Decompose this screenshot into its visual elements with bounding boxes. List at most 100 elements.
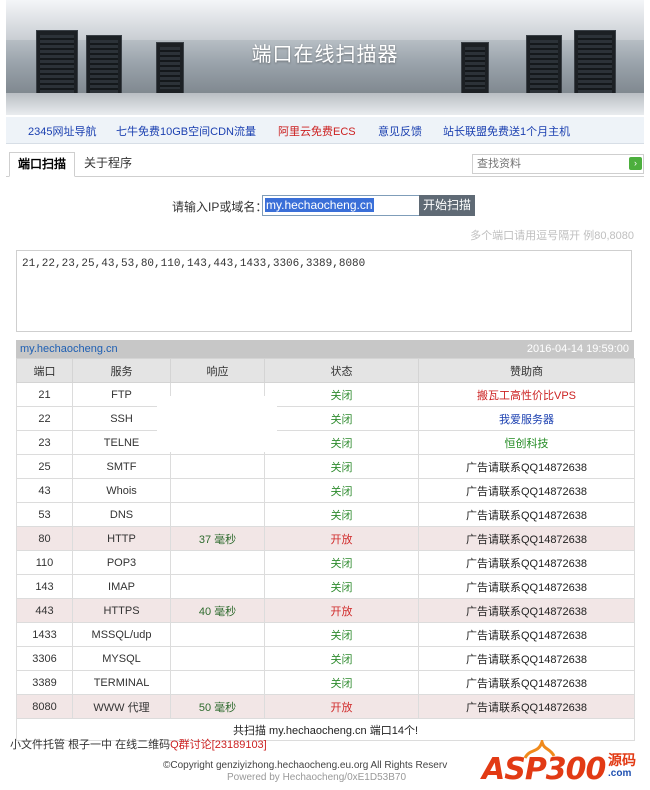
cell-response [170, 478, 265, 503]
cell-service: HTTPS [72, 598, 171, 623]
cell-status: 关闭 [264, 430, 419, 455]
footer-link-qrcode[interactable]: 在线二维码 [115, 739, 170, 751]
table-row: 3306 MYSQL 关闭 广告请联系QQ14872638 [16, 646, 635, 671]
banner-ceiling [6, 0, 644, 40]
table-row: 21 FTP 关闭 搬瓦工高性价比VPS [16, 382, 635, 407]
results-panel: my.hechaocheng.cn 2016-04-14 19:59:00 端口… [16, 340, 635, 741]
cell-port: 53 [16, 502, 73, 527]
cell-status: 关闭 [264, 382, 419, 407]
table-row: 25 SMTF 关闭 广告请联系QQ14872638 [16, 454, 635, 479]
ip-domain-value: my.hechaocheng.cn [265, 198, 374, 212]
footer-links: 小文件托管 根子一中 在线二维码Q群讨论[23189103] [10, 736, 267, 752]
page-title: 端口在线扫描器 [251, 44, 399, 66]
cell-sponsor[interactable]: 广告请联系QQ14872638 [418, 646, 635, 671]
header-banner: 端口在线扫描器 [6, 0, 644, 115]
cell-sponsor[interactable]: 广告请联系QQ14872638 [418, 550, 635, 575]
link-feedback[interactable]: 意见反馈 [378, 123, 422, 139]
cell-sponsor[interactable]: 广告请联系QQ14872638 [418, 526, 635, 551]
cell-port: 443 [16, 598, 73, 623]
cell-service: DNS [72, 502, 171, 527]
results-host[interactable]: my.hechaocheng.cn [20, 343, 118, 355]
cell-port: 21 [16, 382, 73, 407]
footer-link-qq-group[interactable]: Q群讨论[23189103] [170, 739, 267, 751]
table-row: 143 IMAP 关闭 广告请联系QQ14872638 [16, 574, 635, 599]
search-box: › [472, 154, 644, 174]
table-row: 3389 TERMINAL 关闭 广告请联系QQ14872638 [16, 670, 635, 695]
top-links-bar: 2345网址导航 七牛免费10GB空间CDN流量 阿里云免费ECS 意见反馈 站… [6, 117, 644, 144]
link-qiniu[interactable]: 七牛免费10GB空间CDN流量 [116, 123, 256, 139]
cell-service: Whois [72, 478, 171, 503]
results-table: 端口 服务 响应 状态 赞助商 21 FTP 关闭 搬瓦工高性价比VPS 22 SSH 关闭… [16, 358, 635, 741]
cell-status: 关闭 [264, 550, 419, 575]
cell-sponsor[interactable]: 搬瓦工高性价比VPS [418, 382, 635, 407]
asp300-logo: ASP300 源码 .com [476, 740, 644, 788]
copyright-text: ©Copyright genziyizhong.hechaocheng.eu.o… [163, 760, 448, 771]
link-aliyun[interactable]: 阿里云免费ECS [278, 123, 356, 139]
cell-sponsor[interactable]: 广告请联系QQ14872638 [418, 694, 635, 719]
cell-port: 22 [16, 406, 73, 431]
cell-service: SMTF [72, 454, 171, 479]
cell-status: 关闭 [264, 502, 419, 527]
logo-domain: .com [608, 768, 632, 779]
footer-link-filehost[interactable]: 小文件托管 [10, 739, 65, 751]
tab-about[interactable]: 关于程序 [76, 152, 140, 175]
ip-input-label: 请输入IP或域名： [172, 200, 268, 214]
cell-port: 3389 [16, 670, 73, 695]
cell-status: 关闭 [264, 646, 419, 671]
cell-sponsor[interactable]: 广告请联系QQ14872638 [418, 598, 635, 623]
banner-floor [6, 93, 644, 115]
col-status: 状态 [264, 358, 419, 383]
cell-port: 3306 [16, 646, 73, 671]
cell-port: 25 [16, 454, 73, 479]
table-row: 1433 MSSQL/udp 关闭 广告请联系QQ14872638 [16, 622, 635, 647]
cell-response: 37 毫秒 [170, 526, 265, 551]
cell-sponsor[interactable]: 我爱服务器 [418, 406, 635, 431]
table-row: 22 SSH 关闭 我爱服务器 [16, 406, 635, 431]
cell-port: 43 [16, 478, 73, 503]
results-header: my.hechaocheng.cn 2016-04-14 19:59:00 [16, 340, 634, 358]
cell-status: 关闭 [264, 406, 419, 431]
search-input[interactable] [473, 155, 631, 173]
cell-port: 110 [16, 550, 73, 575]
ports-hint: 多个端口请用逗号隔开 例80,8080 [470, 230, 634, 242]
search-go-icon[interactable]: › [629, 157, 642, 170]
cell-sponsor[interactable]: 广告请联系QQ14872638 [418, 574, 635, 599]
cell-status: 开放 [264, 598, 419, 623]
cell-sponsor[interactable]: 恒创科技 [418, 430, 635, 455]
cell-status: 关闭 [264, 478, 419, 503]
col-service: 服务 [72, 358, 171, 383]
table-row: 23 TELNE 关闭 恒创科技 [16, 430, 635, 455]
cell-service: POP3 [72, 550, 171, 575]
logo-text: ASP300 [482, 752, 606, 787]
logo-cn: 源码 [608, 752, 636, 768]
cell-sponsor[interactable]: 广告请联系QQ14872638 [418, 670, 635, 695]
cell-sponsor[interactable]: 广告请联系QQ14872638 [418, 478, 635, 503]
start-scan-button[interactable]: 开始扫描 [419, 195, 475, 216]
cell-response: 40 毫秒 [170, 598, 265, 623]
cell-sponsor[interactable]: 广告请联系QQ14872638 [418, 454, 635, 479]
link-2345-nav[interactable]: 2345网址导航 [28, 123, 96, 139]
cell-service: TERMINAL [72, 670, 171, 695]
overlay-mask [157, 396, 277, 452]
col-sponsor: 赞助商 [418, 358, 635, 383]
cell-response [170, 646, 265, 671]
col-response: 响应 [170, 358, 265, 383]
cell-response [170, 454, 265, 479]
cell-port: 143 [16, 574, 73, 599]
cell-status: 开放 [264, 694, 419, 719]
cell-sponsor[interactable]: 广告请联系QQ14872638 [418, 622, 635, 647]
tab-port-scan[interactable]: 端口扫描 [9, 152, 76, 177]
cell-response [170, 622, 265, 647]
col-port: 端口 [16, 358, 73, 383]
cell-sponsor[interactable]: 广告请联系QQ14872638 [418, 502, 635, 527]
cell-port: 8080 [16, 694, 73, 719]
ip-domain-input[interactable]: my.hechaocheng.cn [262, 195, 420, 216]
ports-textarea[interactable]: 21,22,23,25,43,53,80,110,143,443,1433,33… [16, 250, 632, 332]
link-webmaster[interactable]: 站长联盟免费送1个月主机 [443, 123, 570, 139]
footer-link-school[interactable]: 根子一中 [68, 739, 112, 751]
cell-port: 23 [16, 430, 73, 455]
cell-status: 关闭 [264, 670, 419, 695]
powered-by-text: Powered by Hechaocheng/0xE1D53B70 [227, 772, 407, 783]
cell-service: MYSQL [72, 646, 171, 671]
cell-port: 1433 [16, 622, 73, 647]
